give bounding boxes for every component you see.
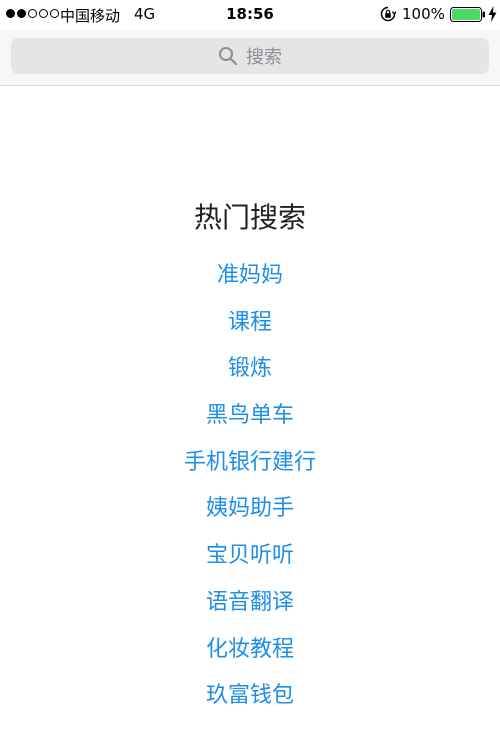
hot-search-item[interactable]: 手机银行建行 (0, 449, 500, 496)
battery-percentage: 100% (402, 5, 445, 23)
search-placeholder: 搜索 (246, 47, 282, 68)
hot-search-item[interactable]: 黑鸟单车 (0, 402, 500, 449)
hot-search-title: 热门搜索 (193, 201, 306, 234)
hot-search-item[interactable]: 语音翻译 (0, 589, 500, 636)
search-header: 搜索 (0, 30, 500, 86)
hot-search-item[interactable]: 课程 (0, 309, 500, 356)
hot-search-item[interactable]: 姨妈助手 (0, 495, 500, 542)
rotation-lock-icon (380, 6, 396, 22)
status-bar: 中国移动 4G 18:56 100% (0, 0, 500, 30)
hot-search-list: 准妈妈 课程 锻炼 黑鸟单车 手机银行建行 姨妈助手 宝贝听听 语音翻译 化妆教… (0, 262, 500, 729)
hot-search-item[interactable]: 玖富钱包 (0, 682, 500, 729)
hot-search-item[interactable]: 化妆教程 (0, 636, 500, 683)
battery-icon (450, 7, 485, 22)
search-input[interactable]: 搜索 (11, 38, 489, 74)
search-icon (219, 47, 238, 66)
hot-search-item[interactable]: 宝贝听听 (0, 542, 500, 589)
hot-search-item[interactable]: 准妈妈 (0, 262, 500, 309)
charging-icon (488, 6, 497, 22)
hot-search-item[interactable]: 锻炼 (0, 355, 500, 402)
